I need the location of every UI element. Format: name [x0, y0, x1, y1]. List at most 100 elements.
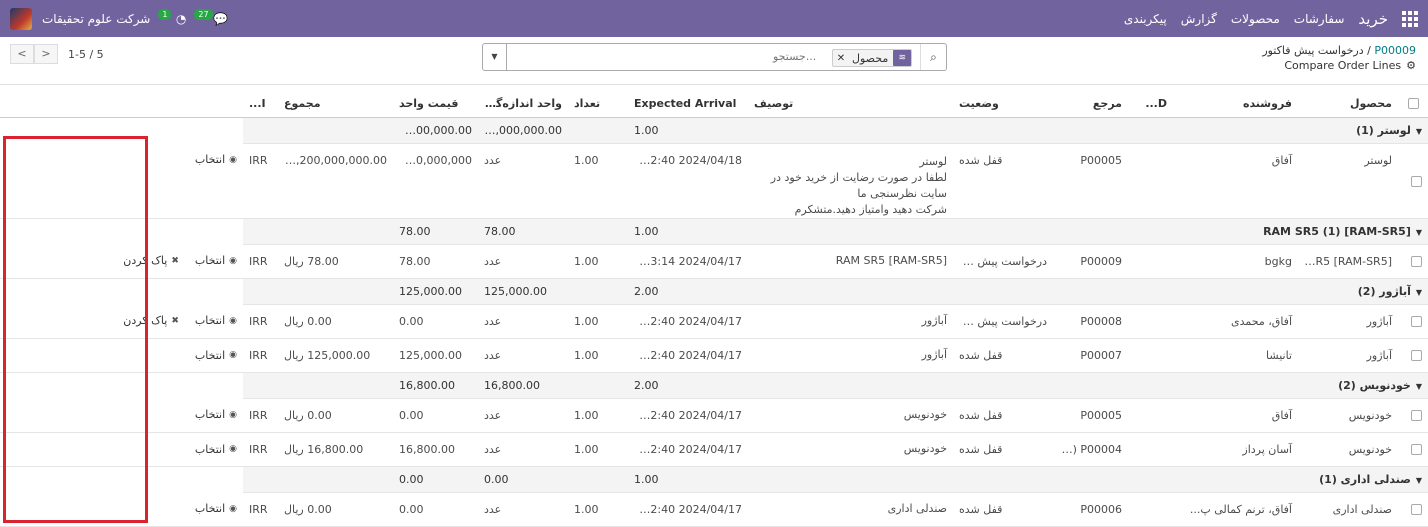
company-avatar[interactable]: [10, 7, 32, 30]
facet-remove-icon[interactable]: ✕: [833, 53, 849, 64]
checkbox[interactable]: [1411, 350, 1422, 361]
nav-menu-products[interactable]: محصولات: [1231, 12, 1280, 26]
checkbox[interactable]: [1411, 256, 1422, 267]
group-header[interactable]: ▼ صندلی اداری (1): [748, 466, 1428, 493]
cell-product[interactable]: خودنویس: [1298, 398, 1398, 433]
col-reference[interactable]: مرجع: [1053, 90, 1128, 118]
group-row[interactable]: ▼ آباژور (2) 2.00 125,000.00 125,000.00: [0, 278, 1428, 305]
app-menu-icon[interactable]: [1402, 10, 1418, 27]
clear-button[interactable]: ✖ پاک کردن: [123, 314, 179, 327]
col-status[interactable]: وضعیت: [953, 90, 1053, 118]
messages-icon[interactable]: 27 💬: [194, 8, 228, 29]
search-input[interactable]: جستجو...: [773, 50, 816, 63]
group-header[interactable]: ▼ [RAM-SR5] RAM SR5 (1): [748, 218, 1428, 245]
col-d[interactable]: D...: [1128, 90, 1173, 118]
table-row[interactable]: خودنویس آفاق P00005 قفل شده خودنویس 2024/04/1…: [0, 398, 1428, 433]
cell-vendor[interactable]: تانیشا: [1173, 338, 1298, 373]
col-expected-arrival[interactable]: Expected Arrival: [628, 90, 748, 118]
table-row[interactable]: آباژور آفاق، محمدی P00008 درخواست پیش فاکتو…: [0, 304, 1428, 339]
col-description[interactable]: توصیف: [748, 90, 953, 118]
pager-next-button[interactable]: >: [34, 44, 58, 64]
cell-product[interactable]: خودنویس: [1298, 432, 1398, 467]
col-unit-price[interactable]: قیمت واحد: [393, 90, 478, 118]
company-name[interactable]: شرکت علوم تحقیقات: [42, 12, 150, 26]
description-line: خودنویس: [903, 408, 947, 421]
col-total[interactable]: مجموع: [278, 90, 393, 118]
table-row[interactable]: لوستر آفاق P00005 قفل شده لوستر لطفا در صورت …: [0, 143, 1428, 219]
col-vendor[interactable]: فروشنده: [1173, 90, 1298, 118]
clear-button[interactable]: ✖ پاک کردن: [123, 254, 179, 267]
col-product[interactable]: محصول: [1298, 90, 1398, 118]
checkbox[interactable]: [1411, 410, 1422, 421]
select-button[interactable]: ◉ انتخاب: [195, 153, 237, 166]
cell-product[interactable]: [RAM-SR5] RAM SR5: [1298, 244, 1398, 279]
select-button[interactable]: ◉ انتخاب: [195, 254, 237, 267]
cell-d: [1128, 398, 1173, 433]
cell-reference[interactable]: P00006: [1053, 492, 1128, 527]
search-icon[interactable]: ⌕: [920, 44, 946, 70]
table-row[interactable]: [RAM-SR5] RAM SR5bgkgP00009درخواست پیش ف…: [0, 244, 1428, 279]
group-empty-cell: [243, 117, 278, 144]
table-row[interactable]: صندلی اداری آفاق، ترنم کمالی پ... P00006 قف…: [0, 492, 1428, 527]
cell-vendor[interactable]: آفاق، ترنم کمالی پ...: [1173, 492, 1298, 527]
cell-reference[interactable]: P00008: [1053, 304, 1128, 339]
cell-vendor[interactable]: آفاق، محمدی: [1173, 304, 1298, 339]
select-button[interactable]: ◉ انتخاب: [195, 443, 237, 456]
cell-vendor[interactable]: bgkg: [1173, 244, 1298, 279]
row-checkbox[interactable]: [1398, 304, 1428, 339]
pager-prev-button[interactable]: <: [10, 44, 34, 64]
app-name[interactable]: خرید: [1358, 10, 1388, 28]
col-uom[interactable]: واحد اندازه‌گی...: [478, 90, 568, 118]
cell-product[interactable]: آباژور: [1298, 304, 1398, 339]
nav-menu-configuration[interactable]: پیکربندی: [1124, 12, 1167, 26]
cell-expected-arrival: 2024/04/17 14:12:40: [628, 492, 748, 527]
row-checkbox[interactable]: [1398, 338, 1428, 373]
cell-reference[interactable]: P00005: [1053, 398, 1128, 433]
breadcrumb-current[interactable]: P00009: [1374, 44, 1416, 57]
row-checkbox[interactable]: [1398, 398, 1428, 433]
group-row[interactable]: ▼ لوستر (1) 1.00 1,200,000,000.001,200,000,…: [0, 117, 1428, 144]
table-row[interactable]: آباژور تانیشا P00007 قفل شده آباژور 2024/04/1…: [0, 338, 1428, 373]
group-row[interactable]: ▼ خودنویس (2) 2.00 16,800.00 16,800.00: [0, 372, 1428, 399]
group-row[interactable]: ▼ [RAM-SR5] RAM SR5 (1) 1.00 78.00 78.00: [0, 218, 1428, 245]
gear-icon[interactable]: ⚙: [1406, 59, 1416, 72]
pager-value[interactable]: 1-5 / 5: [68, 48, 104, 61]
checkbox[interactable]: [1411, 175, 1422, 187]
cell-status: قفل شده: [953, 338, 1053, 373]
activity-clock-icon[interactable]: 1 ◔: [158, 8, 186, 29]
col-quantity[interactable]: تعداد: [568, 90, 628, 118]
checkbox[interactable]: [1411, 444, 1422, 455]
checkbox[interactable]: [1411, 504, 1422, 515]
cell-reference[interactable]: P00004 (آفاق): [1053, 432, 1128, 467]
group-header[interactable]: ▼ خودنویس (2): [748, 372, 1428, 399]
select-button[interactable]: ◉ انتخاب: [195, 502, 237, 515]
row-checkbox[interactable]: [1398, 143, 1428, 219]
cell-reference[interactable]: P00009: [1053, 244, 1128, 279]
cell-vendor[interactable]: آفاق: [1173, 398, 1298, 433]
cell-reference[interactable]: P00007: [1053, 338, 1128, 373]
cell-vendor[interactable]: آفاق: [1173, 143, 1298, 219]
row-checkbox[interactable]: [1398, 244, 1428, 279]
select-all-checkbox[interactable]: [1398, 90, 1428, 118]
nav-menu-orders[interactable]: سفارشات: [1294, 12, 1345, 26]
col-i[interactable]: I...: [243, 90, 278, 118]
cell-vendor[interactable]: آسان پرداز: [1173, 432, 1298, 467]
search-options-caret-icon[interactable]: ▼: [483, 44, 507, 70]
select-button[interactable]: ◉ انتخاب: [195, 349, 237, 362]
select-button[interactable]: ◉ انتخاب: [195, 314, 237, 327]
cell-product[interactable]: آباژور: [1298, 338, 1398, 373]
checkbox[interactable]: [1411, 316, 1422, 327]
nav-menu-reporting[interactable]: گزارش: [1181, 12, 1217, 26]
group-empty-cell: [243, 466, 278, 493]
row-checkbox[interactable]: [1398, 432, 1428, 467]
cell-reference[interactable]: P00005: [1053, 143, 1128, 219]
select-button[interactable]: ◉ انتخاب: [195, 408, 237, 421]
table-row[interactable]: خودنویسآسان پردازP00004 (آفاق)قفل شدهخود…: [0, 432, 1428, 467]
group-header[interactable]: ▼ لوستر (1): [748, 117, 1428, 144]
breadcrumb-parent[interactable]: درخواست پیش فاکتور: [1262, 44, 1363, 57]
row-checkbox[interactable]: [1398, 492, 1428, 527]
cell-product[interactable]: صندلی اداری: [1298, 492, 1398, 527]
cell-product[interactable]: لوستر: [1298, 143, 1398, 219]
group-header[interactable]: ▼ آباژور (2): [748, 278, 1428, 305]
group-row[interactable]: ▼ صندلی اداری (1) 1.00 0.00 0.00: [0, 466, 1428, 493]
